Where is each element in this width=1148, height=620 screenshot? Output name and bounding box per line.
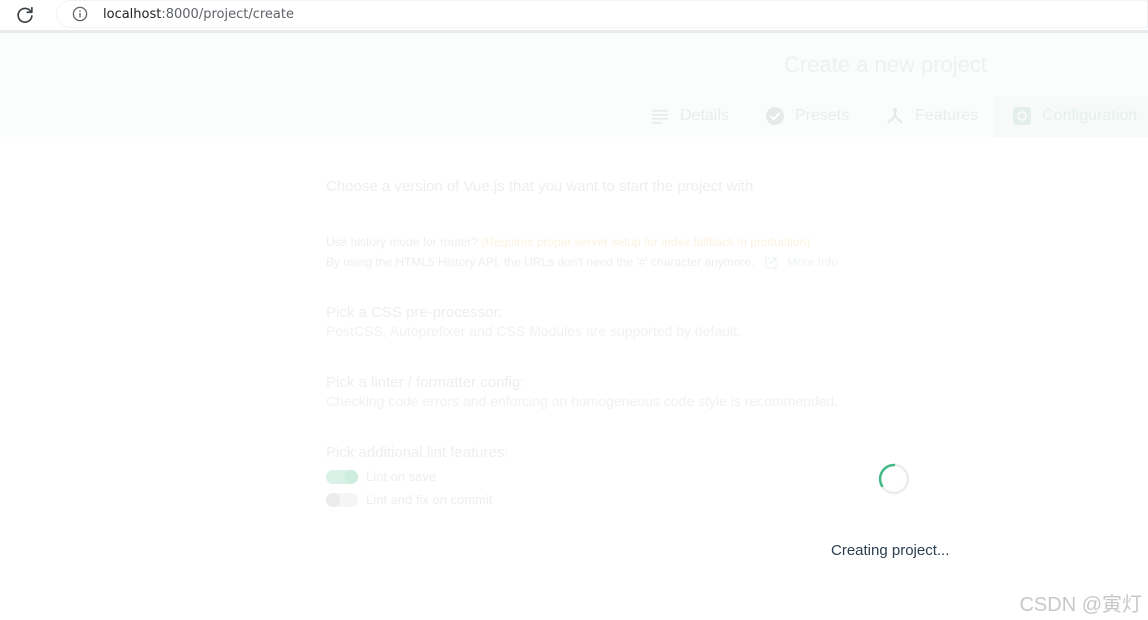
tab-details[interactable]: Details xyxy=(650,104,729,128)
fork-icon xyxy=(887,107,903,124)
tab-label: Details xyxy=(680,107,729,124)
loading-status-text: Creating project... xyxy=(831,542,950,559)
lint-fix-commit-toggle[interactable] xyxy=(326,493,358,507)
settings-square-icon xyxy=(1013,107,1031,125)
page-title: Create a new project xyxy=(784,52,987,77)
more-info-link[interactable]: More Info xyxy=(787,255,838,269)
tab-label: Configuration xyxy=(1042,107,1138,124)
url-path: :8000/project/create xyxy=(161,7,294,22)
lint-on-save-label: Lint on save xyxy=(366,469,437,484)
linter-title[interactable]: Pick a linter / formatter config: xyxy=(326,374,524,391)
css-preprocessor-title[interactable]: Pick a CSS pre-processor: xyxy=(326,304,503,321)
loading-spinner-icon xyxy=(877,462,911,496)
tab-label: Presets xyxy=(795,107,850,124)
external-link-icon[interactable] xyxy=(764,256,778,270)
toggle-knob xyxy=(326,493,340,507)
linter-description: Checking code errors and enforcing an ho… xyxy=(326,393,839,409)
watermark: CSDN @寅灯 xyxy=(1019,594,1142,616)
url-host: localhost xyxy=(103,7,162,22)
lint-features-title: Pick additional lint features: xyxy=(326,444,509,461)
info-icon[interactable] xyxy=(72,6,88,22)
check-circle-icon xyxy=(766,107,784,125)
tab-presets[interactable]: Presets xyxy=(765,104,849,128)
reload-icon[interactable] xyxy=(14,4,36,26)
history-mode-warning: (Requires proper server setup for index … xyxy=(481,235,811,249)
history-mode-label: Use history mode for router? xyxy=(326,235,479,249)
css-preprocessor-description: PostCSS, Autoprefixer and CSS Modules ar… xyxy=(326,323,741,339)
tab-label: Features xyxy=(915,107,979,124)
tab-features[interactable]: Features xyxy=(885,104,978,128)
url-text[interactable]: localhost:8000/project/create xyxy=(103,7,294,22)
list-icon xyxy=(652,110,668,124)
history-mode-description-row: By using the HTML5 History API, the URLs… xyxy=(326,255,838,270)
browser-toolbar: localhost:8000/project/create xyxy=(0,0,1148,33)
lint-fix-commit-label: Lint and fix on commit xyxy=(366,492,493,507)
tab-configuration[interactable]: Configuration xyxy=(1012,104,1137,128)
history-mode-question[interactable]: Use history mode for router? (Requires p… xyxy=(326,235,810,249)
history-mode-description: By using the HTML5 History API, the URLs… xyxy=(326,255,755,269)
lint-on-save-toggle[interactable] xyxy=(326,470,358,484)
vue-version-prompt: Choose a version of Vue.js that you want… xyxy=(326,178,754,195)
toggle-knob xyxy=(344,470,358,484)
